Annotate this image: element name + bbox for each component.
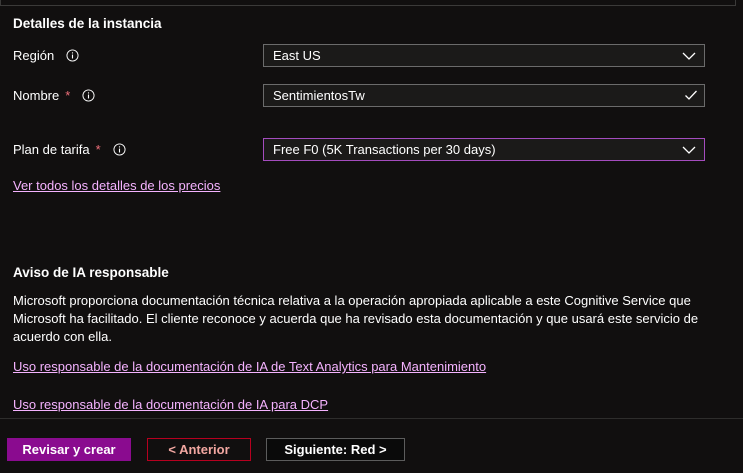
pricing-tier-select[interactable]: Free F0 (5K Transactions per 30 days) [263,138,705,161]
responsible-ai-line: acuerdo con ella. [13,329,113,344]
dcp-doc-link[interactable]: Uso responsable de la documentación de I… [13,397,328,412]
pricing-label: Plan de tarifa [13,142,90,157]
instance-details-heading: Detalles de la instancia [13,16,162,31]
region-select-value: East US [273,48,321,63]
responsible-ai-line: Microsoft proporciona documentación técn… [13,293,691,308]
pricing-label-row: Plan de tarifa * [13,142,126,157]
previous-button[interactable]: < Anterior [147,438,251,461]
region-label-row: Región [13,48,79,63]
name-label-row: Nombre * [13,88,95,103]
responsible-ai-line: Microsoft ha facilitado. El cliente reco… [13,311,699,326]
name-input[interactable]: SentimientosTw [263,84,705,107]
next-button[interactable]: Siguiente: Red > [266,438,405,461]
name-label: Nombre [13,88,60,103]
info-icon[interactable] [66,49,79,62]
previous-section-frame [0,0,736,6]
required-asterisk: * [65,88,71,103]
region-label: Región [13,48,55,63]
required-asterisk: * [95,142,101,157]
review-create-button[interactable]: Revisar y crear [7,438,131,461]
responsible-ai-text: Microsoft proporciona documentación técn… [13,292,713,346]
name-input-value: SentimientosTw [273,88,365,103]
info-icon[interactable] [82,89,95,102]
responsible-ai-heading: Aviso de IA responsable [13,265,169,280]
pricing-details-link[interactable]: Ver todos los detalles de los precios [13,178,220,193]
pricing-tier-value: Free F0 (5K Transactions per 30 days) [273,142,496,157]
chevron-down-icon [682,52,696,60]
checkmark-icon [685,90,697,100]
text-analytics-doc-link[interactable]: Uso responsable de la documentación de I… [13,359,486,374]
info-icon[interactable] [113,143,126,156]
footer-divider [0,418,743,419]
chevron-down-icon [682,146,696,154]
region-select[interactable]: East US [263,44,705,67]
